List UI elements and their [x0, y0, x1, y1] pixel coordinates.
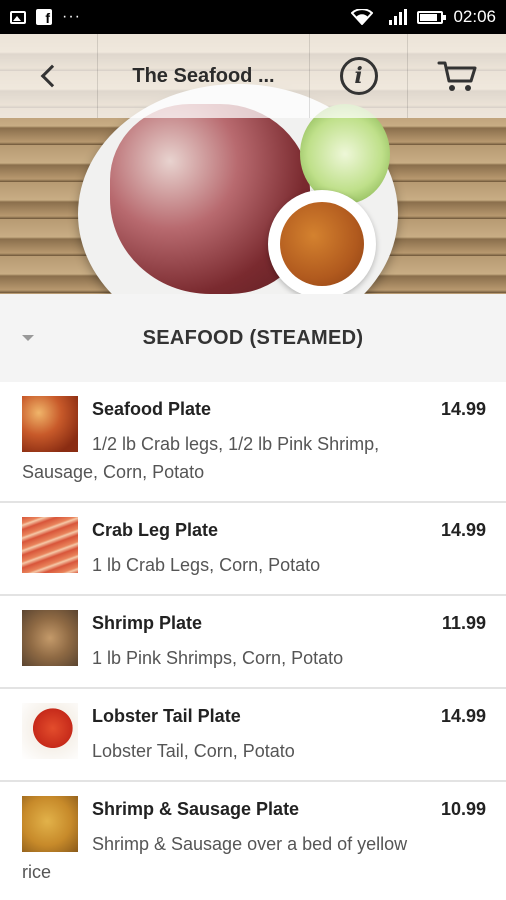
item-name: Lobster Tail Plate — [92, 706, 241, 726]
cart-button[interactable] — [408, 34, 506, 118]
item-name: Shrimp & Sausage Plate — [92, 799, 300, 819]
menu-list: Seafood Plate 14.99 1/2 lb Crab legs, 1/… — [0, 382, 506, 900]
hero-cucumber — [300, 104, 390, 204]
menu-item[interactable]: Shrimp & Sausage Plate 10.99 Shrimp & Sa… — [0, 782, 506, 900]
menu-item[interactable]: Crab Leg Plate 14.99 1 lb Crab Legs, Cor… — [0, 503, 506, 596]
info-icon: i — [339, 57, 378, 95]
battery-level-fill — [420, 13, 438, 21]
app-title-container: The Seafood ... — [98, 34, 310, 118]
item-description: 1 lb Crab Legs, Corn, Potato — [92, 555, 321, 575]
item-price: 14.99 — [440, 520, 486, 540]
item-name: Seafood Plate — [92, 399, 212, 419]
status-time: 02:06 — [453, 7, 496, 26]
status-right-icons: 02:06 — [351, 7, 496, 27]
section-title: SEAFOOD (STEAMED) — [142, 326, 364, 349]
item-description: Shrimp & Sausage over a bed of yellow ri… — [22, 834, 408, 882]
image-icon — [10, 10, 26, 24]
info-button[interactable]: i — [310, 34, 408, 118]
status-bar: f ··· 02:06 — [0, 0, 506, 34]
menu-item[interactable]: Shrimp Plate 11.99 1 lb Pink Shrimps, Co… — [0, 596, 506, 689]
item-price: 10.99 — [440, 799, 486, 819]
back-button[interactable] — [0, 34, 98, 118]
wifi-icon — [351, 9, 374, 25]
more-dots-icon: ··· — [62, 8, 81, 25]
item-price: 14.99 — [440, 399, 486, 419]
menu-item[interactable]: Seafood Plate 14.99 1/2 lb Crab legs, 1/… — [0, 382, 506, 503]
hero-sauce-bowl — [268, 190, 376, 294]
item-description: 1 lb Pink Shrimps, Corn, Potato — [92, 648, 344, 668]
item-description: 1/2 lb Crab legs, 1/2 lb Pink Shrimp, Sa… — [22, 434, 380, 482]
status-left-icons: f ··· — [10, 8, 81, 26]
item-name: Shrimp Plate — [92, 613, 203, 633]
facebook-icon: f — [36, 9, 52, 26]
caret-down-icon[interactable] — [22, 335, 34, 341]
item-price: 14.99 — [440, 706, 486, 726]
hero-image: The Seafood ... i — [0, 34, 506, 294]
signal-icon — [389, 9, 408, 25]
battery-icon — [417, 10, 447, 24]
app-title: The Seafood ... — [132, 64, 275, 87]
app-bar: The Seafood ... i — [0, 34, 506, 118]
item-name: Crab Leg Plate — [92, 520, 219, 540]
menu-item[interactable]: Lobster Tail Plate 14.99 Lobster Tail, C… — [0, 689, 506, 782]
item-description: Lobster Tail, Corn, Potato — [92, 741, 295, 761]
chevron-left-icon — [40, 64, 63, 88]
section-header[interactable]: SEAFOOD (STEAMED) — [0, 294, 506, 382]
cart-icon — [437, 61, 477, 91]
item-price: 11.99 — [441, 613, 486, 633]
